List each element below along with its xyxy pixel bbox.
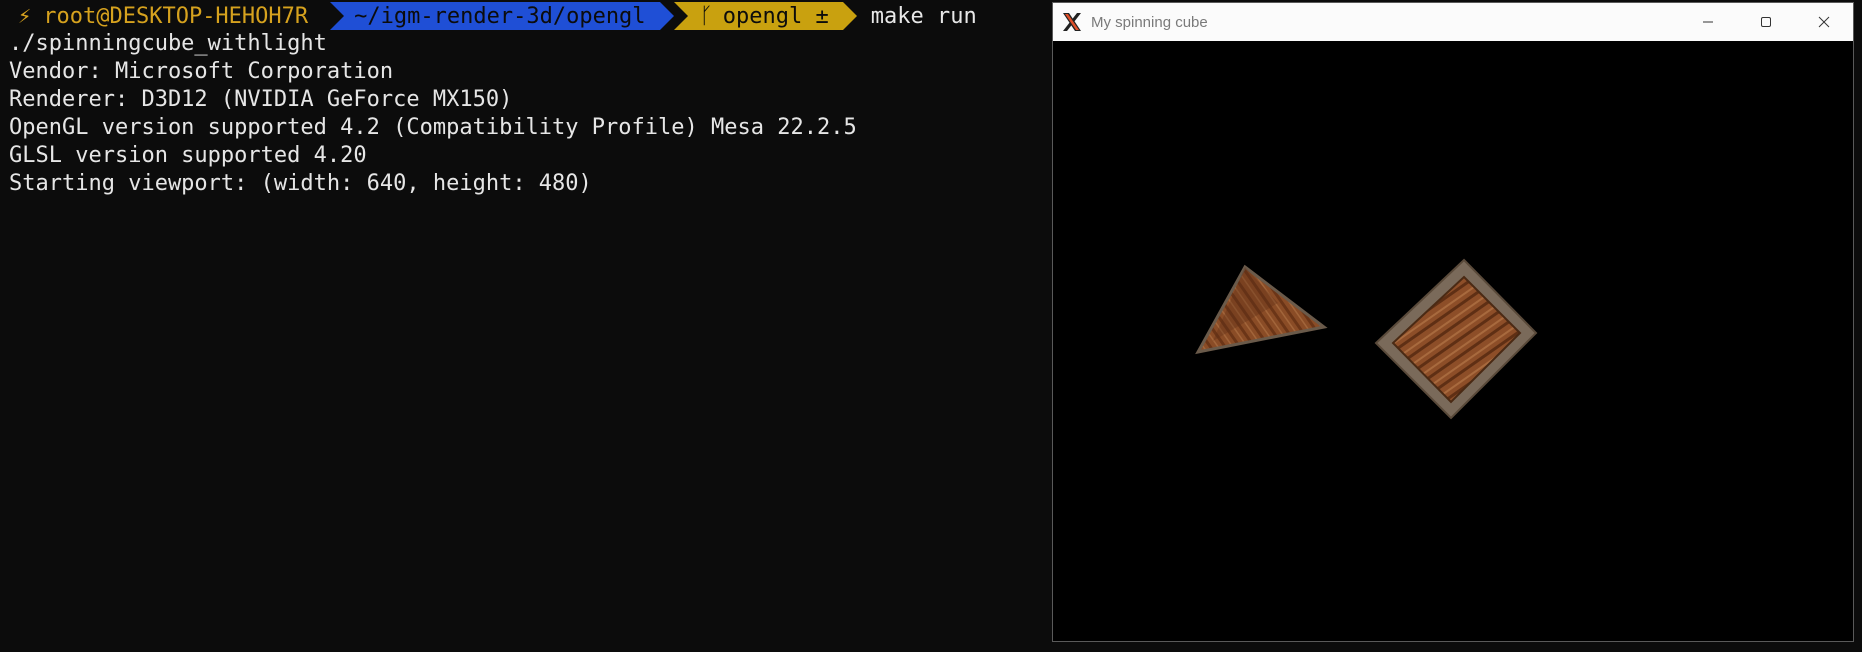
prompt-host: root@DESKTOP-HEHOH7R <box>43 3 309 29</box>
minimize-button[interactable] <box>1679 3 1737 41</box>
maximize-button[interactable] <box>1737 3 1795 41</box>
terminal-output: ./spinningcube_withlight Vendor: Microso… <box>9 30 857 198</box>
output-line: Renderer: D3D12 (NVIDIA GeForce MX150) <box>9 87 513 112</box>
window-controls <box>1679 3 1853 41</box>
prompt-path-segment: ~/igm-render-3d/opengl <box>330 2 674 30</box>
minimize-icon <box>1703 21 1713 23</box>
output-line: GLSL version supported 4.20 <box>9 143 367 168</box>
output-line: Vendor: Microsoft Corporation <box>9 59 394 84</box>
opengl-window[interactable]: My spinning cube <box>1052 2 1854 642</box>
prompt-path: ~/igm-render-3d/opengl <box>354 3 646 29</box>
close-button[interactable] <box>1795 3 1853 41</box>
output-line: OpenGL version supported 4.2 (Compatibil… <box>9 115 857 140</box>
terminal-window[interactable]: ⚡ root@DESKTOP-HEHOH7R ~/igm-render-3d/o… <box>0 0 1050 652</box>
scene-render <box>1195 258 1538 420</box>
output-line: ./spinningcube_withlight <box>9 31 327 56</box>
output-line: Starting viewport: (width: 640, height: … <box>9 171 592 196</box>
terminal-command: make run <box>870 3 977 29</box>
terminal-prompt: ⚡ root@DESKTOP-HEHOH7R ~/igm-render-3d/o… <box>0 0 977 32</box>
git-branch-icon: ᚴ <box>699 3 713 29</box>
prompt-branch-segment: ᚴ opengl ± <box>673 2 857 30</box>
wooden-pyramid <box>1195 264 1328 355</box>
wooden-crate-cube <box>1374 258 1538 420</box>
opengl-canvas[interactable] <box>1053 41 1853 641</box>
bolt-icon: ⚡ <box>18 3 32 29</box>
prompt-branch: opengl ± <box>722 3 829 29</box>
maximize-icon <box>1761 17 1771 27</box>
window-titlebar[interactable]: My spinning cube <box>1053 3 1853 41</box>
x-window-system-icon <box>1063 13 1081 31</box>
window-title: My spinning cube <box>1091 13 1208 31</box>
prompt-host-segment: ⚡ root@DESKTOP-HEHOH7R <box>0 2 326 30</box>
close-icon <box>1818 16 1830 28</box>
